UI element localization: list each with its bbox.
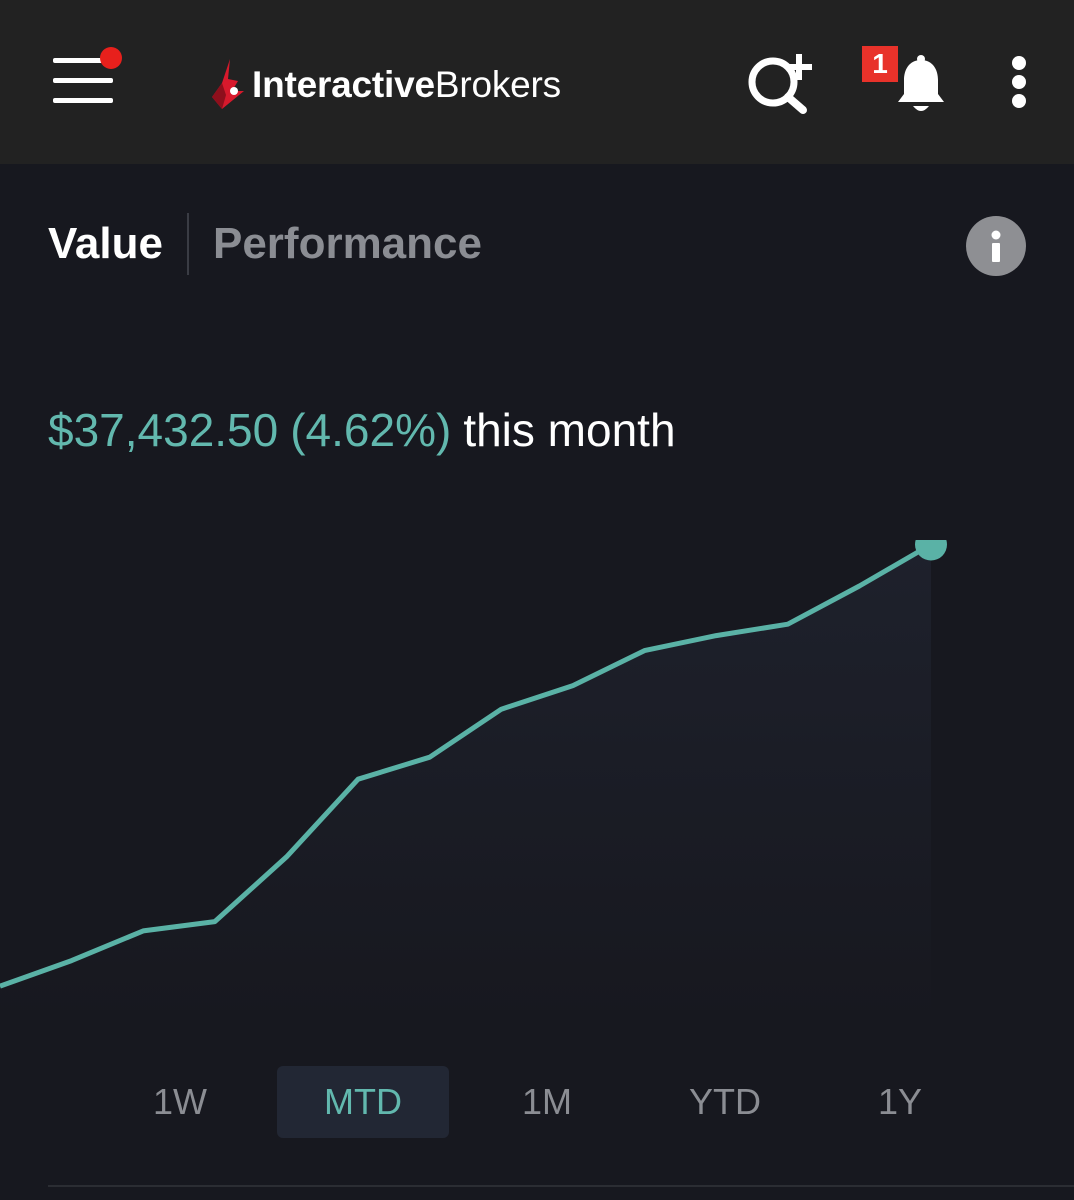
range-mtd[interactable]: MTD: [277, 1066, 449, 1138]
chart-area-fill: [0, 544, 931, 1020]
kebab-dot: [1012, 94, 1026, 108]
range-ytd[interactable]: YTD: [670, 1066, 780, 1138]
range-1y[interactable]: 1Y: [850, 1066, 950, 1138]
tab-divider: [186, 213, 189, 275]
logo-text-regular: Brokers: [434, 64, 561, 105]
hamburger-menu-icon-line: [53, 78, 113, 83]
info-button[interactable]: [966, 216, 1026, 276]
bottom-divider: [48, 1185, 1074, 1187]
logo-text: InteractiveBrokers: [252, 64, 561, 106]
change-amount: $37,432.50: [48, 404, 279, 456]
period-summary: $37,432.50 (4.62%) this month: [48, 400, 676, 460]
period-label: this month: [463, 404, 676, 456]
notification-dot: [100, 47, 122, 69]
notifications-button[interactable]: 1: [858, 46, 952, 116]
logo-mark-icon: [212, 59, 244, 109]
value-chart: [0, 540, 947, 1020]
hamburger-menu-icon-line: [53, 98, 113, 103]
kebab-menu-icon: [1012, 56, 1026, 70]
tab-value[interactable]: Value: [48, 219, 163, 269]
kebab-dot: [1012, 75, 1026, 89]
tab-performance[interactable]: Performance: [213, 219, 482, 269]
search-add-button[interactable]: [745, 50, 819, 116]
time-range-selector: 1W MTD 1M YTD 1Y: [0, 1066, 1074, 1138]
range-1w[interactable]: 1W: [130, 1066, 230, 1138]
menu-button[interactable]: [50, 47, 122, 112]
top-app-bar: InteractiveBrokers 1: [0, 0, 1074, 164]
notification-badge: 1: [862, 46, 898, 82]
change-percent: (4.62%): [290, 404, 452, 456]
bell-icon: [898, 55, 944, 111]
search-add-icon: [748, 54, 812, 114]
more-options-button[interactable]: [1000, 52, 1040, 112]
view-tabs: Value Performance: [48, 212, 482, 276]
logo-text-bold: Interactive: [252, 64, 435, 105]
brand-logo: InteractiveBrokers: [210, 55, 561, 115]
range-1m[interactable]: 1M: [497, 1066, 597, 1138]
info-icon: [991, 230, 1001, 262]
